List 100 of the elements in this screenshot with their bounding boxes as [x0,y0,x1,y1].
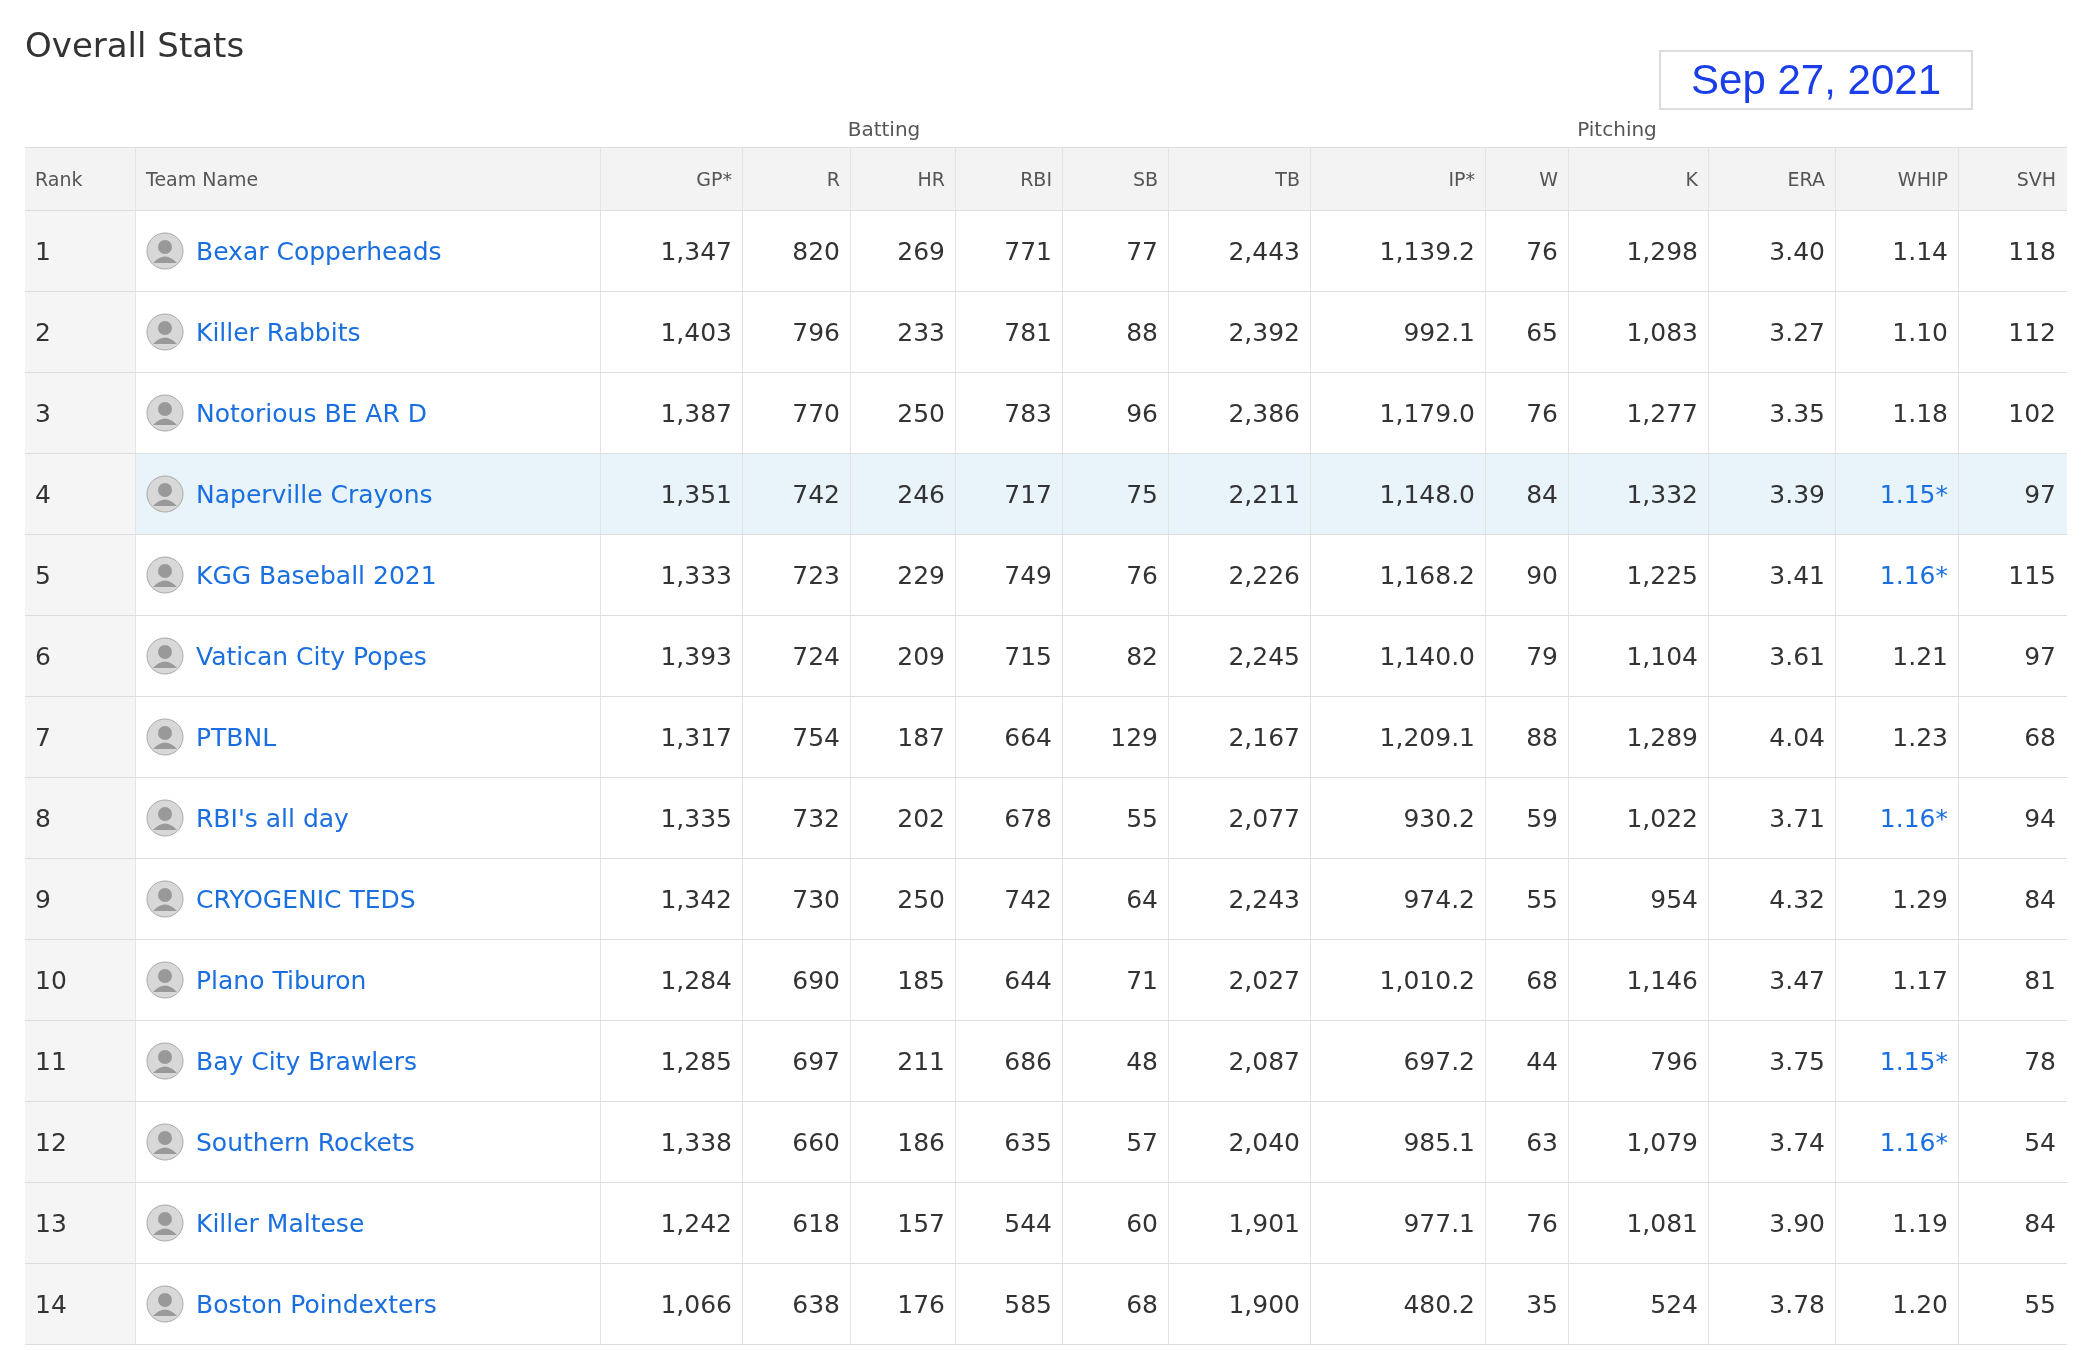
stat-cell: 71 [1126,965,1158,995]
stat-cell: 796 [1650,1046,1698,1076]
rank-cell: 14 [35,1289,67,1319]
team-logo-icon [146,475,184,513]
stat-cell: 63 [1526,1127,1558,1157]
team-logo-icon [146,880,184,918]
team-link[interactable]: Southern Rockets [196,1127,415,1157]
stat-cell: 97 [2024,479,2056,509]
stat-cell: 269 [897,236,945,266]
stat-link[interactable]: 1.15* [1879,1046,1948,1076]
column-header[interactable]: HR [917,168,945,190]
team-link[interactable]: Notorious BE AR D [196,398,427,428]
stat-cell: 635 [1004,1127,1052,1157]
team-link[interactable]: Killer Rabbits [196,317,361,347]
stat-cell: 3.39 [1769,479,1825,509]
column-header[interactable]: IP* [1448,168,1475,190]
team-logo-icon [146,637,184,675]
stat-cell: 2,040 [1228,1127,1300,1157]
stat-cell: 64 [1126,884,1158,914]
stat-cell: 770 [792,398,840,428]
stat-cell: 697.2 [1403,1046,1475,1076]
column-group-label: Pitching [1577,117,1657,141]
column-header[interactable]: Team Name [146,168,259,190]
stat-cell: 76 [1526,1208,1558,1238]
team-link[interactable]: Bay City Brawlers [196,1046,417,1076]
date-display[interactable]: Sep 27, 2021 [1659,50,1973,110]
rank-cell: 2 [35,317,51,347]
stat-cell: 2,167 [1228,722,1300,752]
column-header[interactable]: W [1539,168,1558,190]
rank-cell: 1 [35,236,51,266]
column-header[interactable]: ERA [1787,168,1825,190]
stat-cell: 1,335 [660,803,732,833]
team-link[interactable]: RBI's all day [196,803,349,833]
stat-link[interactable]: 1.16* [1879,560,1948,590]
team-logo-icon [146,232,184,270]
stat-cell: 717 [1004,479,1052,509]
stat-cell: 1.21 [1892,641,1948,671]
stat-cell: 55 [1126,803,1158,833]
stat-cell: 185 [897,965,945,995]
stat-cell: 48 [1126,1046,1158,1076]
team-link[interactable]: CRYOGENIC TEDS [196,884,416,914]
team-link[interactable]: KGG Baseball 2021 [196,560,437,590]
rank-cell: 11 [35,1046,67,1076]
stat-link[interactable]: 1.16* [1879,1127,1948,1157]
stat-cell: 229 [897,560,945,590]
stat-cell: 1,347 [660,236,732,266]
stat-cell: 60 [1126,1208,1158,1238]
stat-cell: 771 [1004,236,1052,266]
team-link[interactable]: Bexar Copperheads [196,236,442,266]
stat-cell: 90 [1526,560,1558,590]
stat-cell: 3.74 [1769,1127,1825,1157]
stat-cell: 84 [1526,479,1558,509]
stat-cell: 742 [1004,884,1052,914]
stat-link[interactable]: 1.15* [1879,479,1948,509]
stat-cell: 1,104 [1626,641,1698,671]
stat-cell: 660 [792,1127,840,1157]
team-link[interactable]: Boston Poindexters [196,1289,437,1319]
column-header[interactable]: K [1685,168,1698,190]
stat-cell: 1,277 [1626,398,1698,428]
column-header[interactable]: SB [1132,168,1158,190]
team-link[interactable]: Killer Maltese [196,1208,365,1238]
stat-cell: 723 [792,560,840,590]
stat-cell: 724 [792,641,840,671]
stat-link[interactable]: 1.16* [1879,803,1948,833]
stat-cell: 3.90 [1769,1208,1825,1238]
column-header[interactable]: RBI [1020,168,1052,190]
stat-cell: 250 [897,398,945,428]
stat-cell: 59 [1526,803,1558,833]
stat-cell: 186 [897,1127,945,1157]
stat-cell: 783 [1004,398,1052,428]
stat-cell: 2,443 [1228,236,1300,266]
stat-cell: 54 [2024,1127,2056,1157]
column-header[interactable]: GP* [696,168,732,190]
column-header[interactable]: R [826,168,840,190]
stat-cell: 55 [2024,1289,2056,1319]
team-link[interactable]: Vatican City Popes [196,641,427,671]
stat-cell: 2,027 [1228,965,1300,995]
column-header[interactable]: SVH [2016,168,2056,190]
stat-cell: 1,139.2 [1379,236,1475,266]
stat-cell: 97 [2024,641,2056,671]
team-link[interactable]: Plano Tiburon [196,965,367,995]
team-link[interactable]: Naperville Crayons [196,479,433,509]
stat-cell: 2,077 [1228,803,1300,833]
stat-cell: 94 [2024,803,2056,833]
team-logo-icon [146,799,184,837]
team-link[interactable]: PTBNL [196,722,277,752]
column-header[interactable]: TB [1275,168,1300,190]
stat-cell: 1,148.0 [1379,479,1475,509]
column-header[interactable]: WHIP [1897,168,1948,190]
stat-cell: 2,087 [1228,1046,1300,1076]
column-header[interactable]: Rank [35,168,83,190]
stat-cell: 2,211 [1228,479,1300,509]
stat-cell: 1,242 [660,1208,732,1238]
team-logo-icon [146,1042,184,1080]
stat-cell: 1,285 [660,1046,732,1076]
stat-cell: 3.78 [1769,1289,1825,1319]
rank-cell: 5 [35,560,51,590]
stat-cell: 81 [2024,965,2056,995]
stat-cell: 1,022 [1626,803,1698,833]
stat-cell: 1,284 [660,965,732,995]
